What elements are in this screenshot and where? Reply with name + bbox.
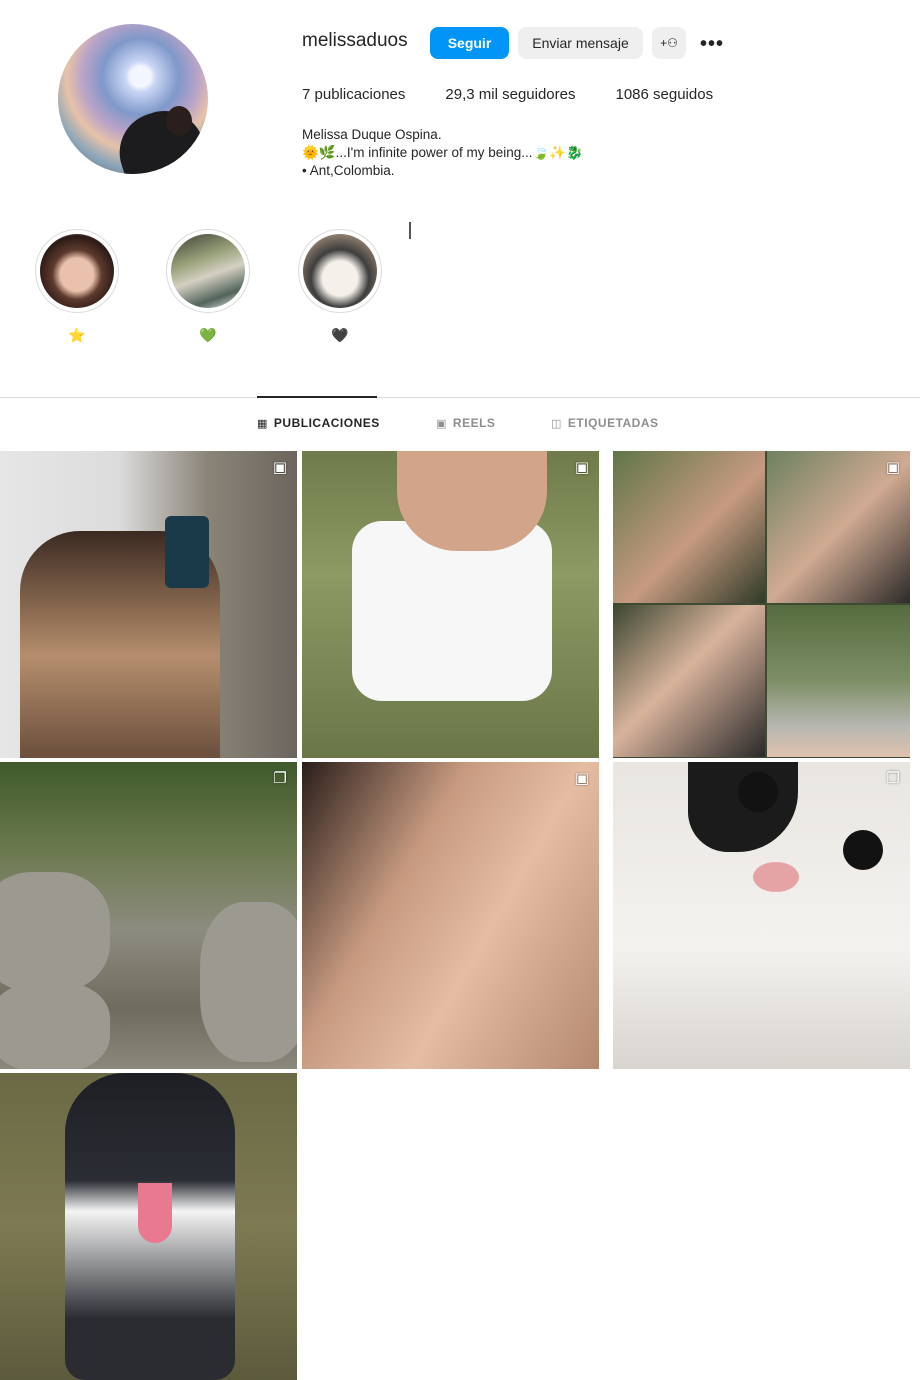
collage-photo: [767, 605, 910, 757]
collage-photo: [613, 605, 765, 757]
reel-icon: ▣: [885, 459, 901, 476]
star-icon: ⭐: [68, 327, 86, 343]
photo-rock: [200, 902, 297, 1062]
photo-face: [397, 451, 547, 551]
story-highlight[interactable]: ⭐: [35, 229, 119, 344]
post-thumbnail[interactable]: ▣: [613, 451, 910, 758]
profile-stats: 7 publicaciones 29,3 mil seguidores 1086…: [302, 86, 713, 103]
photo-rock: [0, 982, 110, 1069]
more-options-icon[interactable]: •••: [700, 33, 724, 56]
carousel-icon: ❐: [273, 770, 287, 787]
text-cursor: [409, 222, 411, 239]
photo-cat-nose: [753, 862, 799, 892]
post-thumbnail[interactable]: ▣: [0, 451, 297, 758]
story-highlight[interactable]: 💚: [166, 229, 250, 344]
send-message-button[interactable]: Enviar mensaje: [518, 27, 643, 59]
photo-dog-tongue: [138, 1183, 172, 1243]
follow-button[interactable]: Seguir: [430, 27, 509, 59]
tab-reels[interactable]: ▣ REELS: [436, 416, 495, 430]
highlight-cover: [171, 234, 245, 308]
photo-phone: [165, 516, 209, 588]
post-thumbnail[interactable]: ▣: [302, 451, 599, 758]
avatar-head: [166, 106, 192, 136]
bio-location: • Ant,Colombia.: [302, 163, 395, 178]
avatar-figure: [109, 100, 208, 174]
active-tab-indicator: [257, 396, 377, 398]
tabs-divider: [0, 397, 920, 398]
followers-count[interactable]: 29,3 mil seguidores: [445, 86, 575, 103]
highlight-ring: [298, 229, 382, 313]
bio-line: 🌞🌿...I'm infinite power of my being...🍃✨…: [302, 145, 583, 160]
highlight-ring: [166, 229, 250, 313]
add-user-icon: +⚇: [660, 36, 678, 50]
reel-icon: ▣: [272, 459, 288, 476]
photo-cat-eye: [738, 772, 778, 812]
post-thumbnail[interactable]: ▣: [302, 762, 599, 1069]
highlight-ring: [35, 229, 119, 313]
tab-tagged[interactable]: ◫ ETIQUETADAS: [551, 416, 659, 430]
bio-name: Melissa Duque Ospina.: [302, 127, 442, 142]
highlight-cover: [40, 234, 114, 308]
tagged-icon: ◫: [551, 417, 562, 430]
tab-label: ETIQUETADAS: [567, 416, 659, 430]
post-thumbnail[interactable]: ❐: [613, 762, 910, 1069]
carousel-icon: ❐: [886, 770, 900, 787]
reel-icon: ▣: [574, 770, 590, 787]
story-highlight[interactable]: 🖤: [298, 229, 382, 344]
black-heart-icon: 🖤: [331, 327, 349, 343]
grid-icon: ▦: [257, 417, 268, 430]
collage-photo: [613, 451, 765, 603]
reel-icon: ▣: [574, 459, 590, 476]
photo-rock: [0, 872, 110, 992]
posts-count: 7 publicaciones: [302, 86, 406, 103]
tab-label: PUBLICACIONES: [273, 416, 380, 430]
post-thumbnail[interactable]: ❐: [0, 762, 297, 1069]
following-count[interactable]: 1086 seguidos: [615, 86, 713, 103]
profile-bio: Melissa Duque Ospina. 🌞🌿...I'm infinite …: [302, 126, 583, 180]
highlight-cover: [303, 234, 377, 308]
green-heart-icon: 💚: [199, 327, 217, 343]
photo-cat-eye: [843, 830, 883, 870]
profile-username: melissaduos: [302, 30, 408, 51]
post-thumbnail[interactable]: [0, 1073, 297, 1380]
photo-cat-patch: [688, 762, 798, 852]
tab-label: REELS: [452, 416, 496, 430]
tab-posts[interactable]: ▦ PUBLICACIONES: [257, 416, 380, 430]
profile-avatar[interactable]: [58, 24, 208, 174]
add-user-button[interactable]: +⚇: [652, 27, 686, 59]
reels-icon: ▣: [436, 417, 447, 430]
